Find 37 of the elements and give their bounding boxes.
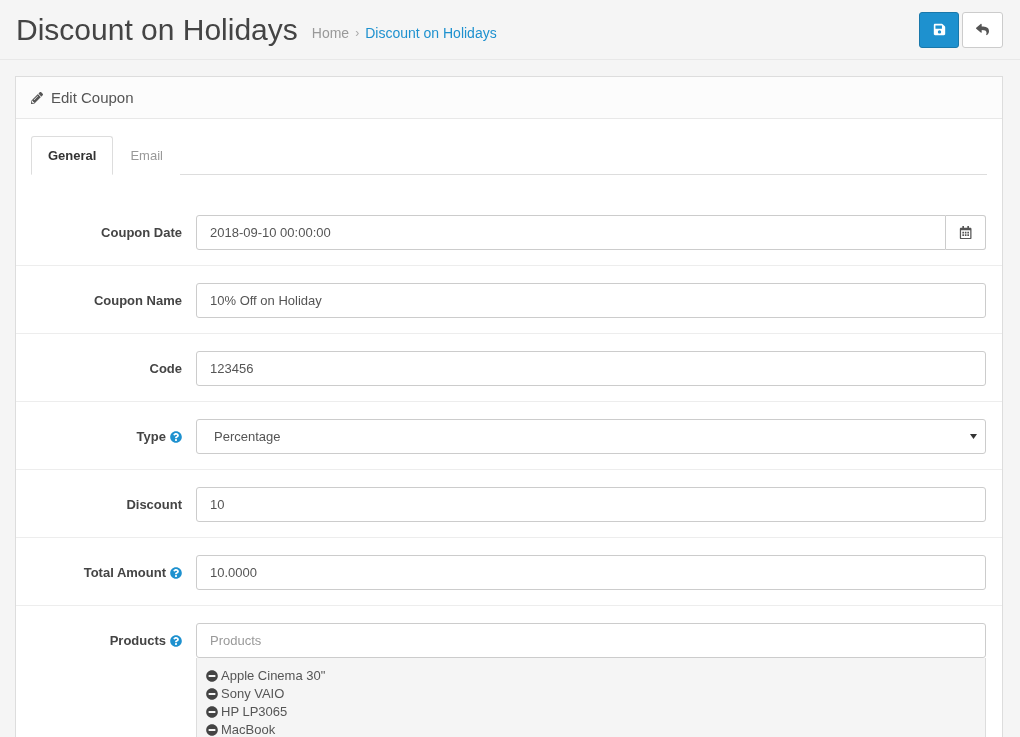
save-icon bbox=[932, 23, 946, 36]
remove-icon[interactable] bbox=[206, 706, 218, 718]
calendar-icon bbox=[958, 225, 973, 240]
field-label: Type bbox=[136, 429, 166, 444]
reply-icon bbox=[976, 23, 989, 36]
calendar-button[interactable] bbox=[946, 215, 986, 250]
help-icon[interactable] bbox=[170, 430, 182, 443]
remove-icon[interactable] bbox=[206, 724, 218, 736]
back-button[interactable] bbox=[962, 11, 1003, 48]
field-label: Products bbox=[109, 633, 166, 648]
text-field[interactable]: 10% Off on Holiday bbox=[196, 283, 986, 318]
field-label: Total Amount bbox=[83, 565, 166, 580]
field-label: Coupon Name bbox=[93, 293, 182, 308]
field-label: Coupon Date bbox=[101, 225, 182, 240]
product-name: HP LP3065 bbox=[221, 703, 288, 721]
autocomplete-field[interactable]: Products bbox=[196, 623, 986, 658]
field-label: Code bbox=[149, 361, 182, 376]
remove-icon[interactable] bbox=[206, 688, 218, 700]
date-field[interactable]: 2018-09-10 00:00:00 bbox=[196, 215, 946, 250]
text-field[interactable]: 123456 bbox=[196, 351, 986, 386]
product-name: Sony VAIO bbox=[221, 685, 285, 703]
caret-icon bbox=[970, 434, 977, 439]
product-name: MacBook bbox=[221, 721, 276, 737]
pencil-icon bbox=[31, 91, 43, 104]
select-field[interactable]: Percentage bbox=[196, 419, 986, 454]
tab[interactable]: General bbox=[31, 136, 114, 175]
text-field[interactable]: 10 bbox=[196, 487, 986, 522]
breadcrumb-separator: › bbox=[355, 25, 360, 40]
field-label: Discount bbox=[126, 497, 182, 512]
help-icon[interactable] bbox=[170, 566, 182, 579]
save-button[interactable] bbox=[919, 11, 959, 48]
text-field[interactable]: 10.0000 bbox=[196, 555, 986, 590]
remove-icon[interactable] bbox=[206, 670, 218, 682]
help-icon[interactable] bbox=[170, 634, 182, 647]
page-title: Discount on Holidays bbox=[16, 12, 298, 47]
product-name: Apple Cinema 30" bbox=[221, 667, 326, 685]
panel-title: Edit Coupon bbox=[51, 89, 134, 106]
